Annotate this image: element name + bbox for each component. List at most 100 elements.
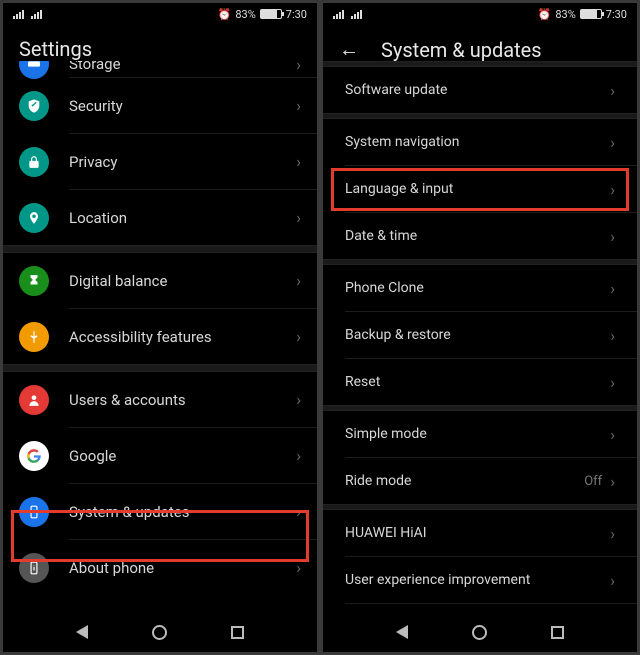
chevron-right-icon: › — [296, 208, 301, 227]
phone-info-icon — [19, 553, 49, 583]
chevron-right-icon: › — [610, 373, 615, 392]
nav-bar — [3, 612, 317, 652]
row-accessibility[interactable]: Accessibility features › — [3, 309, 317, 364]
signal-icon — [31, 10, 42, 19]
row-label: Date & time — [345, 228, 610, 244]
recent-button[interactable] — [551, 626, 564, 639]
row-system-navigation[interactable]: System navigation › — [323, 119, 637, 165]
home-button[interactable] — [152, 625, 167, 640]
row-simple-mode[interactable]: Simple mode › — [323, 411, 637, 457]
settings-screen: ⏰ 83% 7:30 Settings Storage › Security › — [3, 3, 317, 652]
phone-update-icon — [19, 497, 49, 527]
back-icon[interactable]: ← — [339, 37, 359, 62]
alarm-icon: ⏰ — [538, 8, 552, 21]
chevron-right-icon: › — [296, 446, 301, 465]
chevron-right-icon: › — [610, 524, 615, 543]
row-cert-logos[interactable]: Certification logos › — [323, 604, 637, 612]
chevron-right-icon: › — [296, 327, 301, 346]
row-reset[interactable]: Reset › — [323, 359, 637, 405]
battery-percent: 83% — [235, 8, 255, 21]
battery-icon — [260, 9, 282, 19]
page-title: System & updates — [381, 38, 542, 62]
row-ux-improvement[interactable]: User experience improvement › — [323, 557, 637, 603]
row-label: Google — [69, 447, 296, 465]
row-label: Software update — [345, 82, 610, 98]
recent-button[interactable] — [231, 626, 244, 639]
status-bar: ⏰ 83% 7:30 — [3, 3, 317, 25]
clock-time: 7:30 — [286, 8, 307, 21]
row-value: Off — [584, 474, 602, 489]
chevron-right-icon: › — [296, 390, 301, 409]
row-date-time[interactable]: Date & time › — [323, 213, 637, 259]
row-label: Privacy — [69, 153, 296, 171]
system-updates-screen: ⏰ 83% 7:30 ← System & updates Software u… — [323, 3, 637, 652]
row-huawei-hiai[interactable]: HUAWEI HiAI › — [323, 510, 637, 556]
chevron-right-icon: › — [296, 271, 301, 290]
row-users-accounts[interactable]: Users & accounts › — [3, 372, 317, 427]
chevron-right-icon: › — [296, 558, 301, 577]
back-button[interactable] — [396, 625, 408, 639]
battery-percent: 83% — [555, 8, 575, 21]
signal-icon — [351, 10, 362, 19]
row-privacy[interactable]: Privacy › — [3, 134, 317, 189]
chevron-right-icon: › — [296, 61, 301, 74]
row-location[interactable]: Location › — [3, 190, 317, 245]
row-system-updates[interactable]: System & updates › — [3, 484, 317, 539]
row-label: HUAWEI HiAI — [345, 525, 610, 541]
chevron-right-icon: › — [610, 472, 615, 491]
clock-time: 7:30 — [606, 8, 627, 21]
row-label: About phone — [69, 559, 296, 577]
row-ride-mode[interactable]: Ride mode Off › — [323, 458, 637, 504]
chevron-right-icon: › — [610, 571, 615, 590]
alarm-icon: ⏰ — [218, 8, 232, 21]
signal-icon — [13, 10, 24, 19]
signal-icon — [333, 10, 344, 19]
shield-icon — [19, 91, 49, 121]
row-label: Reset — [345, 374, 610, 390]
chevron-right-icon: › — [610, 425, 615, 444]
chevron-right-icon: › — [610, 133, 615, 152]
row-label: Ride mode — [345, 473, 584, 489]
row-label: Phone Clone — [345, 280, 610, 296]
lock-icon — [19, 147, 49, 177]
row-label: System & updates — [69, 503, 296, 521]
row-software-update[interactable]: Software update › — [323, 67, 637, 113]
row-label: Digital balance — [69, 272, 296, 290]
row-label: Language & input — [345, 181, 610, 197]
row-label: Backup & restore — [345, 327, 610, 343]
chevron-right-icon: › — [610, 81, 615, 100]
home-button[interactable] — [472, 625, 487, 640]
row-label: Security — [69, 97, 296, 115]
row-backup-restore[interactable]: Backup & restore › — [323, 312, 637, 358]
hand-icon — [19, 322, 49, 352]
row-storage[interactable]: Storage › — [3, 61, 317, 77]
storage-icon — [19, 61, 49, 79]
row-phone-clone[interactable]: Phone Clone › — [323, 265, 637, 311]
back-button[interactable] — [76, 625, 88, 639]
row-google[interactable]: Google › — [3, 428, 317, 483]
row-label: User experience improvement — [345, 572, 610, 588]
chevron-right-icon: › — [610, 180, 615, 199]
row-language-input[interactable]: Language & input › — [323, 166, 637, 212]
chevron-right-icon: › — [610, 279, 615, 298]
row-security[interactable]: Security › — [3, 78, 317, 133]
location-icon — [19, 203, 49, 233]
chevron-right-icon: › — [296, 502, 301, 521]
chevron-right-icon: › — [296, 152, 301, 171]
google-icon — [19, 441, 49, 471]
row-label: System navigation — [345, 134, 610, 150]
row-digital-balance[interactable]: Digital balance › — [3, 253, 317, 308]
row-label: Accessibility features — [69, 328, 296, 346]
nav-bar — [323, 612, 637, 652]
row-about-phone[interactable]: About phone › — [3, 540, 317, 595]
row-label: Storage — [69, 61, 296, 73]
status-bar: ⏰ 83% 7:30 — [323, 3, 637, 25]
battery-icon — [580, 9, 602, 19]
hourglass-icon — [19, 266, 49, 296]
chevron-right-icon: › — [610, 227, 615, 246]
chevron-right-icon: › — [296, 96, 301, 115]
chevron-right-icon: › — [610, 326, 615, 345]
row-label: Simple mode — [345, 426, 610, 442]
row-label: Location — [69, 209, 296, 227]
row-label: Users & accounts — [69, 391, 296, 409]
